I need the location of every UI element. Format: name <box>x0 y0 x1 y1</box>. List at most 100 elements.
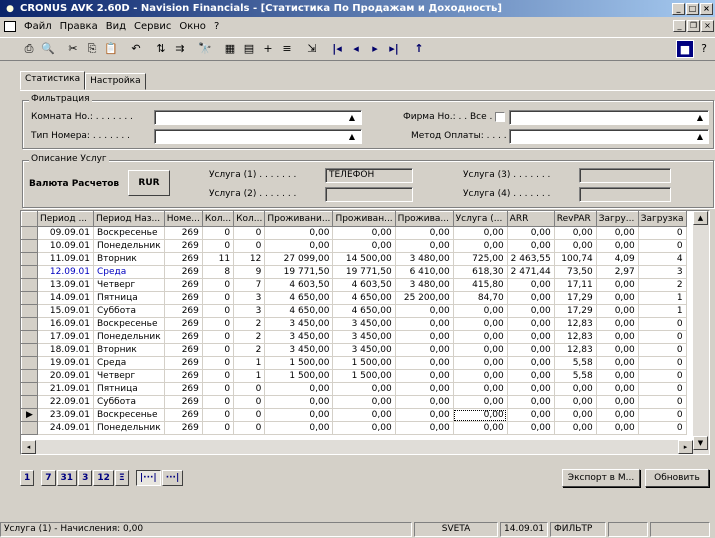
table-cell[interactable]: 0,00 <box>395 408 454 422</box>
table-cell[interactable]: 0 <box>202 395 235 409</box>
table-cell[interactable]: 0,00 <box>507 421 555 435</box>
menu-view[interactable]: Вид <box>102 21 130 32</box>
table-cell[interactable]: Пятница <box>93 382 165 396</box>
row-selector[interactable] <box>21 265 38 279</box>
table-cell[interactable]: Суббота <box>93 304 165 318</box>
table-cell[interactable]: 19.09.01 <box>37 356 94 370</box>
table-cell[interactable]: 618,30 <box>453 265 508 279</box>
table-cell[interactable]: 0,00 <box>554 395 597 409</box>
table-cell[interactable]: 11.09.01 <box>37 252 94 266</box>
table-cell[interactable]: 0,00 <box>596 278 639 292</box>
table-cell[interactable]: 0 <box>202 239 235 253</box>
table-cell[interactable]: 0,00 <box>596 421 639 435</box>
table-cell[interactable]: 17,11 <box>554 278 597 292</box>
table-cell[interactable]: 0 <box>638 343 687 357</box>
workspace-icon[interactable]: ■ <box>676 40 694 58</box>
table-cell[interactable]: 12,83 <box>554 343 597 357</box>
table-cell[interactable]: 0,00 <box>554 408 597 422</box>
table-cell[interactable]: 10.09.01 <box>37 239 94 253</box>
table-cell[interactable]: 2 <box>233 343 266 357</box>
row-selector[interactable] <box>21 382 38 396</box>
table-cell[interactable]: 3 450,00 <box>332 317 396 331</box>
scroll-up-icon[interactable]: ▲ <box>693 211 708 225</box>
table-cell[interactable]: 18.09.01 <box>37 343 94 357</box>
table-cell[interactable]: 269 <box>164 421 203 435</box>
table-cell[interactable]: 19 771,50 <box>264 265 334 279</box>
table-cell[interactable]: 0 <box>202 226 235 240</box>
room-field[interactable] <box>154 110 362 125</box>
table-row[interactable]: 17.09.01 Понедельник 269 0 2 3 450,00 3 450,00… <box>21 330 687 344</box>
scroll-down-icon[interactable]: ▼ <box>693 436 708 450</box>
new-record-icon[interactable]: + <box>259 40 277 58</box>
first-record-icon[interactable]: |◂ <box>328 40 346 58</box>
table-cell[interactable]: 0 <box>638 395 687 409</box>
table-cell[interactable]: 0,00 <box>554 421 597 435</box>
table-cell[interactable]: 0,00 <box>332 382 396 396</box>
payment-method-dropdown-icon[interactable]: ▲ <box>693 130 707 143</box>
table-cell[interactable]: 0,00 <box>453 330 508 344</box>
table-cell[interactable]: 0,00 <box>332 226 396 240</box>
table-cell[interactable]: 11 <box>202 252 235 266</box>
table-cell[interactable]: Суббота <box>93 395 165 409</box>
table-cell[interactable]: 24.09.01 <box>37 421 94 435</box>
room-dropdown-icon[interactable]: ▲ <box>345 111 359 124</box>
row-selector[interactable] <box>21 330 38 344</box>
table-cell[interactable]: 3 480,00 <box>395 252 454 266</box>
number-type-field[interactable] <box>154 129 362 144</box>
table-cell[interactable]: 0,00 <box>453 356 508 370</box>
menu-file[interactable]: Файл <box>20 21 56 32</box>
col-qty-1-header[interactable]: Кол... <box>201 211 235 227</box>
table-cell[interactable]: 0 <box>202 343 235 357</box>
table-cell[interactable]: 0 <box>233 239 266 253</box>
flow-filter-icon[interactable]: ▤ <box>240 40 258 58</box>
table-cell[interactable]: Понедельник <box>93 239 165 253</box>
document-icon[interactable] <box>4 20 16 32</box>
close-icon[interactable]: × <box>700 2 713 15</box>
table-cell[interactable]: 2 <box>233 317 266 331</box>
table-row[interactable]: ▶ 23.09.01 Воскресенье 269 0 0 0,00 0,00 0,00 0,0… <box>21 408 687 422</box>
table-cell[interactable]: 4,09 <box>596 252 639 266</box>
table-cell[interactable]: Пятница <box>93 291 165 305</box>
table-cell[interactable]: 0,00 <box>453 343 508 357</box>
mdi-close-icon[interactable]: × <box>701 20 714 32</box>
table-cell[interactable]: 0 <box>638 239 687 253</box>
table-row[interactable]: 22.09.01 Суббота 269 0 0 0,00 0,00 0,00 0,00 0,00… <box>21 395 687 409</box>
row-selector[interactable] <box>21 304 38 318</box>
table-cell[interactable]: Среда <box>93 356 165 370</box>
table-cell[interactable]: 269 <box>164 226 203 240</box>
app-icon[interactable]: ● <box>3 2 17 16</box>
table-cell[interactable]: 0,00 <box>507 395 555 409</box>
table-cell[interactable]: 17,29 <box>554 304 597 318</box>
table-cell[interactable]: 7 <box>233 278 266 292</box>
table-row[interactable]: 24.09.01 Понедельник 269 0 0 0,00 0,00 0,00 0,00… <box>21 421 687 435</box>
table-row[interactable]: 21.09.01 Пятница 269 0 0 0,00 0,00 0,00 0,00 0,00… <box>21 382 687 396</box>
table-cell[interactable]: 4 650,00 <box>332 291 396 305</box>
table-cell[interactable]: 19 771,50 <box>332 265 396 279</box>
table-cell[interactable]: 0 <box>638 317 687 331</box>
table-cell[interactable]: 0,00 <box>554 382 597 396</box>
table-cell[interactable]: 15.09.01 <box>37 304 94 318</box>
table-cell[interactable]: 0,00 <box>264 226 334 240</box>
copy-icon[interactable]: ⎘ <box>83 40 101 58</box>
table-cell[interactable]: 2,97 <box>596 265 639 279</box>
table-row[interactable]: 10.09.01 Понедельник 269 0 0 0,00 0,00 0,00 0,00… <box>21 239 687 253</box>
table-cell[interactable]: 725,00 <box>453 252 508 266</box>
table-cell[interactable]: 0 <box>233 421 266 435</box>
table-cell[interactable]: 20.09.01 <box>37 369 94 383</box>
table-cell[interactable]: 0,00 <box>453 369 508 383</box>
menu-edit[interactable]: Правка <box>56 21 102 32</box>
table-cell[interactable]: 0 <box>202 291 235 305</box>
table-cell[interactable]: 269 <box>164 265 203 279</box>
print-preview-icon[interactable]: 🔍 <box>39 40 57 58</box>
table-cell[interactable]: 0 <box>233 226 266 240</box>
table-cell[interactable]: 84,70 <box>453 291 508 305</box>
col-period-start-header[interactable]: Период ... <box>37 211 94 227</box>
table-cell[interactable]: 1 500,00 <box>264 369 334 383</box>
table-cell[interactable]: 0,00 <box>596 356 639 370</box>
table-cell[interactable]: Воскресенье <box>93 226 165 240</box>
net-change-icon[interactable]: |···| <box>135 470 161 486</box>
table-cell[interactable]: 22.09.01 <box>37 395 94 409</box>
table-cell[interactable]: 0,00 <box>507 330 555 344</box>
row-selector[interactable] <box>21 395 38 409</box>
period-quarter-button[interactable]: 3 <box>78 470 93 486</box>
